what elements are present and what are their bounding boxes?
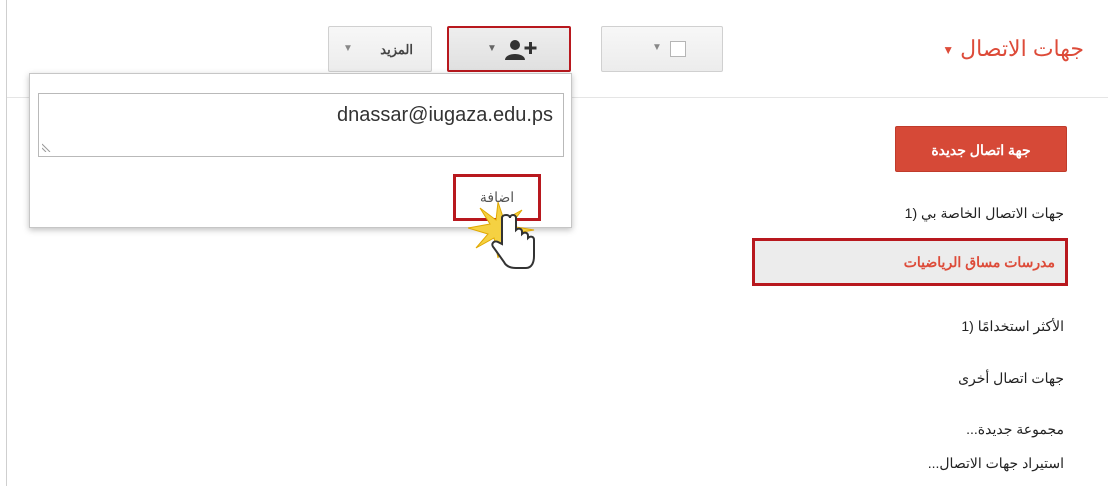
- sidebar-item-import-contacts[interactable]: استيراد جهات الاتصال...: [928, 455, 1064, 472]
- sidebar-item-new-group[interactable]: مجموعة جديدة...: [966, 421, 1064, 438]
- sidebar-item-math-teachers[interactable]: مدرسات مساق الرياضيات: [752, 238, 1068, 286]
- new-contact-button[interactable]: جهة اتصال جديدة: [895, 126, 1067, 172]
- email-input[interactable]: dnassar@iugaza.edu.ps: [38, 93, 564, 157]
- chevron-down-icon: ▼: [942, 43, 955, 58]
- chevron-down-icon: ▼: [487, 43, 497, 54]
- more-button-label: المزيد: [380, 42, 413, 57]
- select-all-button[interactable]: ▼: [601, 26, 723, 72]
- app-title-dropdown[interactable]: جهات الاتصال ▼: [942, 36, 1084, 62]
- chevron-down-icon: ▼: [652, 42, 662, 53]
- resize-grip-icon[interactable]: [42, 142, 52, 152]
- email-input-value: dnassar@iugaza.edu.ps: [337, 104, 553, 126]
- more-button[interactable]: المزيد ▼: [328, 26, 432, 72]
- hand-cursor-icon: [468, 201, 535, 269]
- sidebar-item-most-contacted[interactable]: الأكثر استخدامًا (1: [961, 318, 1064, 335]
- add-to-contacts-button[interactable]: ▼: [447, 26, 571, 72]
- app-title-label: جهات الاتصال: [960, 36, 1084, 61]
- chevron-down-icon: ▼: [343, 43, 353, 54]
- sidebar-item-other-contacts[interactable]: جهات اتصال أخرى: [958, 370, 1064, 387]
- window-left-border: [6, 0, 7, 486]
- checkbox-icon: [670, 41, 686, 57]
- sidebar-item-my-contacts[interactable]: جهات الاتصال الخاصة بي (1: [905, 205, 1064, 222]
- add-person-icon: [505, 40, 537, 60]
